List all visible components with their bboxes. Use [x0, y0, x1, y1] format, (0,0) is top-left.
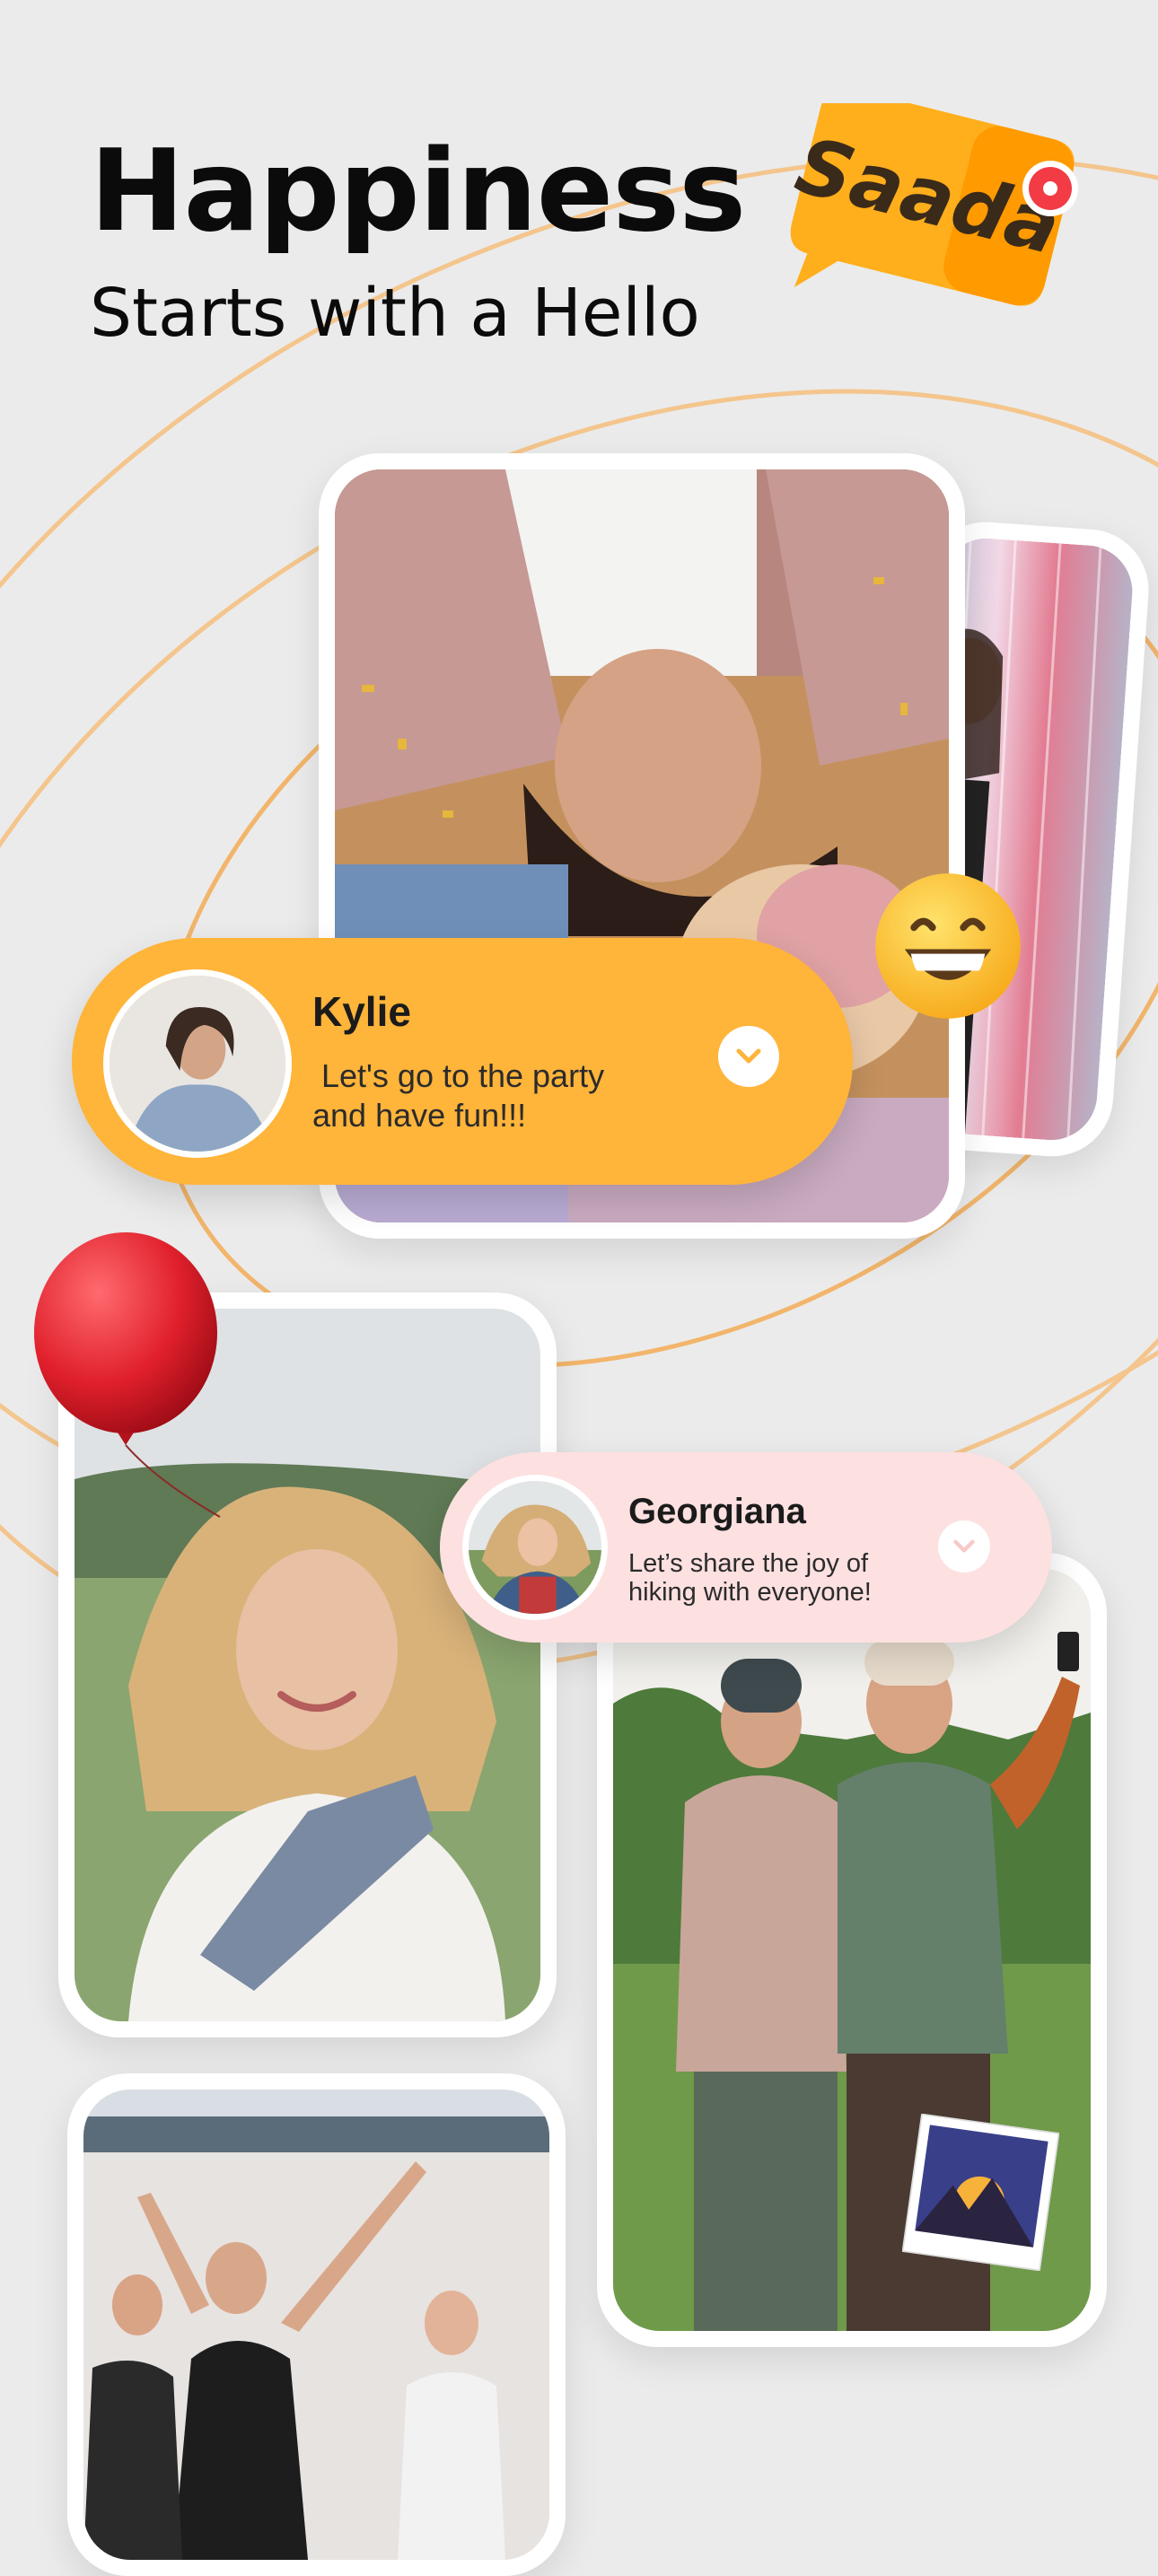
grinning-face-emoji	[875, 873, 1021, 1019]
sunset-photo-icon	[902, 2114, 1059, 2271]
saada-logo: Saada	[787, 103, 1078, 306]
avatar-georgiana[interactable]	[462, 1475, 608, 1620]
message-text-georgiana-line1: Let’s share the joy of	[628, 1549, 869, 1578]
photo-card-friends[interactable]	[67, 2073, 566, 2576]
avatar-kylie[interactable]	[103, 969, 292, 1158]
red-balloon-icon	[34, 1232, 221, 1518]
message-text-kylie-line1: Let's go to the party	[312, 1057, 605, 1094]
expand-button-georgiana[interactable]	[938, 1520, 990, 1573]
message-text-georgiana-line2: hiking with everyone!	[628, 1578, 872, 1607]
sender-name-georgiana: Georgiana	[628, 1492, 806, 1531]
subhead: Starts with a Hello	[90, 275, 700, 352]
message-text-kylie-line2: and have fun!!!	[312, 1097, 527, 1134]
chevron-down-icon	[953, 1539, 975, 1553]
expand-button-kylie[interactable]	[718, 1026, 779, 1087]
chevron-down-icon	[736, 1048, 761, 1064]
headline: Happiness	[90, 125, 746, 257]
sender-name-kylie: Kylie	[312, 988, 411, 1035]
friends-photo	[83, 2090, 549, 2560]
